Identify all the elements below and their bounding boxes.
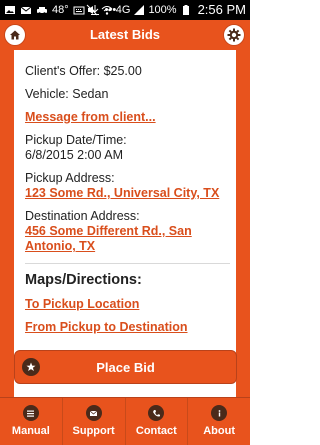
info-icon bbox=[211, 405, 228, 421]
tab-label-support: Support bbox=[72, 425, 115, 437]
mute-icon bbox=[86, 4, 98, 16]
vehicle-value: Sedan bbox=[72, 87, 109, 101]
wifi-icon bbox=[101, 6, 113, 15]
place-bid-label: Place Bid bbox=[96, 360, 155, 375]
pickup-datetime-label: Pickup Date/Time: bbox=[25, 133, 127, 147]
menu-icon bbox=[22, 405, 39, 421]
tab-label-contact: Contact bbox=[135, 425, 177, 437]
pickup-to-destination-link[interactable]: From Pickup to Destination bbox=[25, 320, 230, 335]
to-pickup-location-link[interactable]: To Pickup Location bbox=[25, 297, 230, 312]
keyboard-icon bbox=[73, 6, 85, 15]
destination-address-label: Destination Address: bbox=[25, 209, 140, 223]
clock-time: 2:56 PM bbox=[197, 2, 246, 17]
network-type: 4G bbox=[115, 4, 131, 16]
bid-details: Client's Offer: $25.00 Vehicle: Sedan Me… bbox=[25, 64, 230, 335]
signal-icon bbox=[134, 5, 145, 15]
tab-support[interactable]: Support bbox=[63, 398, 126, 445]
tab-manual[interactable]: Manual bbox=[0, 398, 63, 445]
car-icon bbox=[37, 7, 47, 15]
app-header: Latest Bids bbox=[0, 20, 250, 50]
maps-directions-heading: Maps/Directions: bbox=[25, 272, 142, 288]
pickup-address-link[interactable]: 123 Some Rd., Universal City, TX bbox=[25, 186, 230, 201]
destination-address-line2: Antonio, TX bbox=[25, 239, 96, 253]
destination-address-link[interactable]: 456 Some Different Rd., San Antonio, TX bbox=[25, 224, 230, 254]
gear-icon bbox=[227, 28, 241, 42]
status-bar: 48° ••• 4G 100% 2:56 PM bbox=[0, 0, 250, 20]
vehicle-label: Vehicle: bbox=[25, 87, 69, 101]
clients-offer: Client's Offer: $25.00 bbox=[25, 64, 142, 78]
tab-about[interactable]: About bbox=[188, 398, 250, 445]
divider bbox=[25, 263, 230, 264]
battery-icon bbox=[182, 5, 189, 15]
tab-label-about: About bbox=[203, 425, 235, 437]
battery-percent: 100% bbox=[148, 4, 177, 16]
pickup-datetime-value: 6/8/2015 2:00 AM bbox=[25, 148, 123, 162]
mail-notification-icon bbox=[20, 6, 32, 14]
settings-button[interactable] bbox=[223, 24, 245, 46]
mail-icon bbox=[85, 405, 102, 421]
content-area: Client's Offer: $25.00 Vehicle: Sedan Me… bbox=[0, 50, 250, 398]
page-title: Latest Bids bbox=[89, 27, 161, 42]
phone-icon bbox=[148, 405, 165, 421]
bid-details-card: Client's Offer: $25.00 Vehicle: Sedan Me… bbox=[14, 50, 236, 398]
pickup-address-label: Pickup Address: bbox=[25, 171, 115, 185]
destination-address-line1: 456 Some Different Rd., San bbox=[25, 224, 192, 238]
place-bid-button[interactable]: Place Bid bbox=[14, 350, 237, 384]
photo-icon bbox=[5, 6, 15, 14]
temperature-text: 48° bbox=[52, 4, 69, 16]
tab-label-manual: Manual bbox=[11, 425, 50, 437]
message-from-client-link[interactable]: Message from client... bbox=[25, 110, 230, 125]
vehicle-row: Vehicle: Sedan bbox=[25, 87, 230, 102]
status-right-icons: 4G 100% 2:56 PM bbox=[86, 3, 246, 17]
bottom-tab-bar: Manual Support Contact About bbox=[0, 397, 250, 445]
tab-contact[interactable]: Contact bbox=[126, 398, 189, 445]
